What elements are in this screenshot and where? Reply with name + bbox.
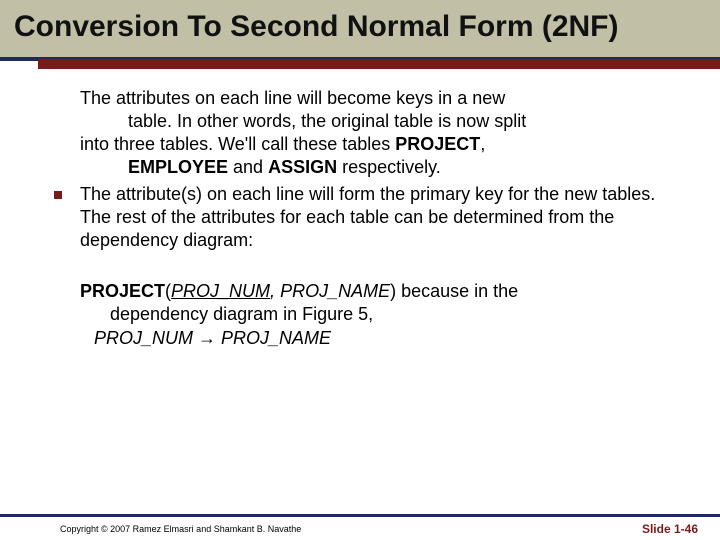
def-line2: dependency diagram in Figure 5, [80,303,660,326]
definition-block: PROJECT(PROJ_NUM, PROJ_NAME) because in … [80,280,660,350]
def-projname: PROJ_NAME [280,281,390,301]
def-project-label: PROJECT [80,281,165,301]
content-area: The attributes on each line will become … [0,69,720,350]
p1-line3-pre: into three tables. We'll call these tabl… [80,134,395,154]
def-close-because: ) because in the [390,281,518,301]
p1-line4: EMPLOYEE and ASSIGN respectively. [80,156,660,179]
p1-sep: , [480,134,485,154]
bullet-item: The attribute(s) on each line will form … [80,183,660,252]
p1-line3: into three tables. We'll call these tabl… [80,133,660,156]
p1-end: respectively. [337,157,441,177]
arrow-icon: → [193,328,221,348]
p1-line1: The attributes on each line will become … [80,87,660,110]
p1-and: and [228,157,268,177]
def-fd-left: PROJ_NUM [94,328,193,348]
p1-employee: EMPLOYEE [128,157,228,177]
divider-left [0,59,38,69]
slide-number: Slide 1-46 [642,522,698,536]
def-line3: PROJ_NUM → PROJ_NAME [80,327,660,350]
def-fd-right: PROJ_NAME [221,328,331,348]
def-line1: PROJECT(PROJ_NUM, PROJ_NAME) because in … [80,280,660,303]
def-projnum: PROJ_NUM [171,281,270,301]
paragraph-1: The attributes on each line will become … [80,87,660,179]
divider-right [38,59,720,69]
divider [0,59,720,69]
p1-line2: table. In other words, the original tabl… [80,110,660,133]
p1-project: PROJECT [395,134,480,154]
footer: Copyright © 2007 Ramez Elmasri and Shamk… [0,514,720,540]
def-comma: , [270,281,280,301]
copyright-text: Copyright © 2007 Ramez Elmasri and Shamk… [60,524,301,534]
bullet-square-icon [54,191,62,199]
slide-title: Conversion To Second Normal Form (2NF) [14,10,706,45]
bullet-text: The attribute(s) on each line will form … [80,183,660,252]
p1-assign: ASSIGN [268,157,337,177]
title-band: Conversion To Second Normal Form (2NF) [0,0,720,59]
